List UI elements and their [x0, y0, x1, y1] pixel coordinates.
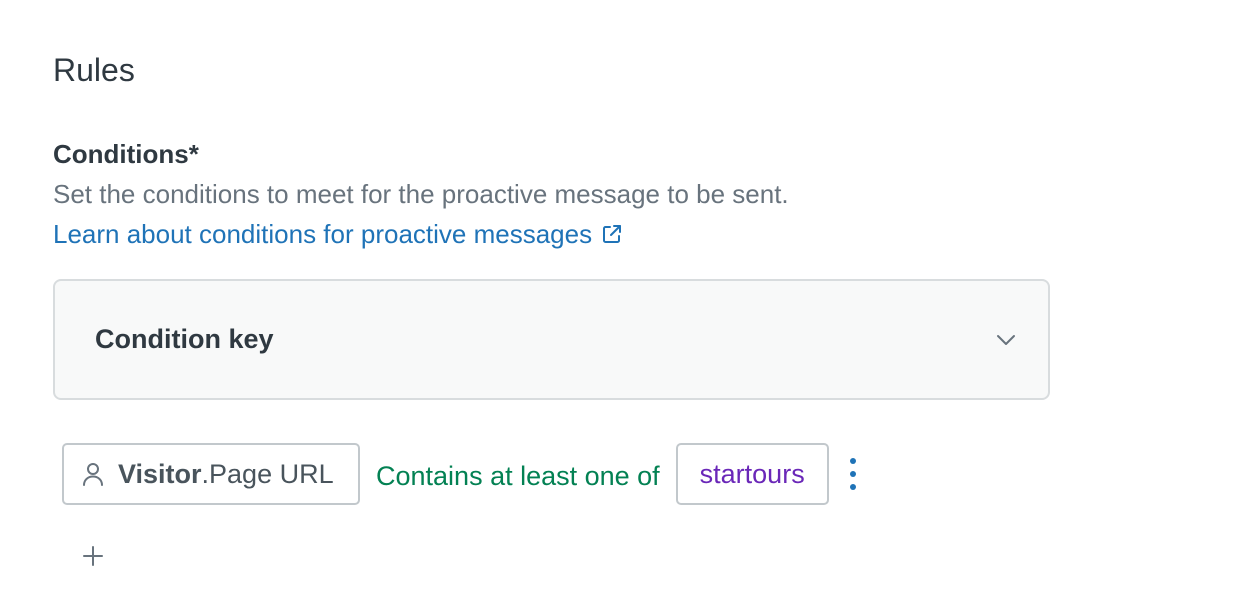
condition-value: startours: [699, 458, 805, 489]
condition-operator[interactable]: Contains at least one of: [376, 461, 660, 492]
conditions-hint: Set the conditions to meet for the proac…: [53, 179, 789, 209]
conditions-label: Conditions*: [53, 139, 199, 169]
kebab-dot: [849, 471, 856, 477]
learn-conditions-link-text: Learn about conditions for proactive mes…: [53, 219, 593, 249]
condition-row: Visitor .Page URL Contains at least one o…: [62, 443, 865, 505]
condition-key-accordion[interactable]: Condition key: [53, 279, 1050, 400]
condition-key-pill[interactable]: Visitor .Page URL: [62, 443, 360, 505]
external-link-icon: [603, 225, 622, 243]
add-condition-button[interactable]: [78, 541, 108, 571]
chevron-down-icon: [997, 334, 1015, 345]
condition-key-entity: Visitor: [118, 458, 202, 489]
kebab-dot: [849, 484, 856, 490]
condition-value-pill[interactable]: startours: [675, 443, 829, 505]
plus-icon: [83, 546, 103, 566]
kebab-menu-icon[interactable]: [841, 443, 865, 505]
condition-key-title: Condition key: [95, 324, 274, 354]
learn-conditions-link[interactable]: Learn about conditions for proactive mes…: [53, 218, 622, 250]
user-icon: [83, 463, 103, 486]
kebab-dot: [849, 458, 856, 464]
section-title: Rules: [53, 52, 135, 88]
condition-key-field: .Page URL: [201, 458, 334, 489]
